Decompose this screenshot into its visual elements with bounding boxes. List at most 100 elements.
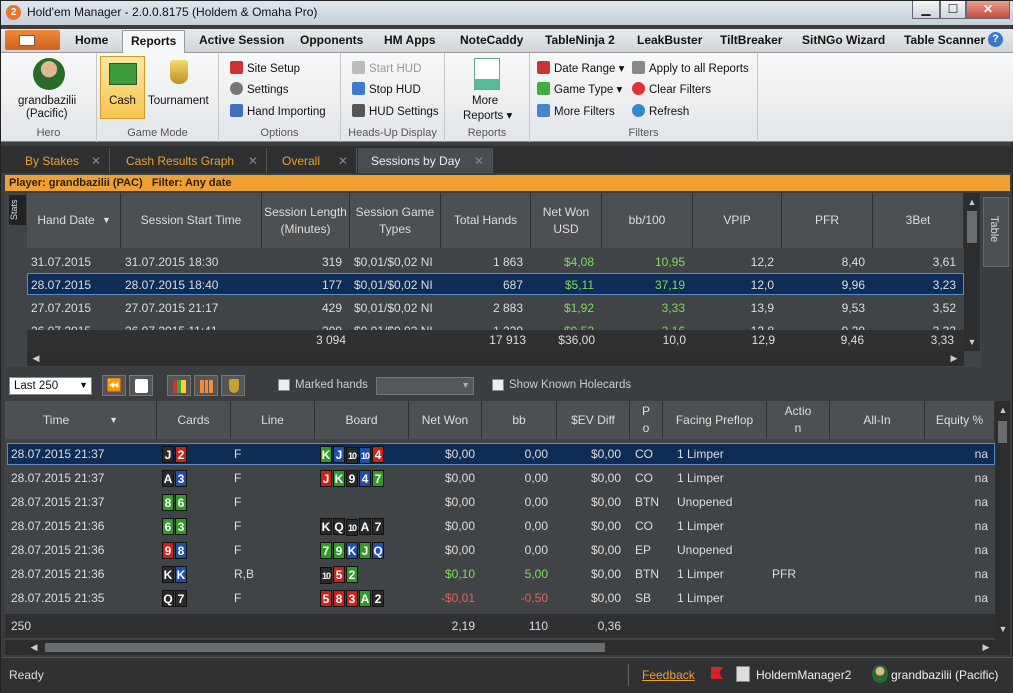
session-row[interactable]: 31.07.2015 31.07.2015 18:30 319 $0,01/$0,02… [5, 251, 964, 273]
scroll-down-icon[interactable]: ▼ [965, 335, 979, 349]
maximize-button[interactable]: ☐ [940, 1, 966, 19]
doctab-sessions-by-day[interactable]: Sessions by Day ✕ [358, 148, 493, 173]
col-all-in[interactable]: All-In [830, 401, 925, 439]
col-facing-preflop[interactable]: Facing Preflop [663, 401, 767, 439]
close-tab-icon[interactable]: ✕ [474, 154, 484, 168]
game-type-button[interactable]: Game Type ▾ [537, 82, 622, 96]
col-hand-date[interactable]: Hand Date ▼ [27, 193, 121, 248]
bar-chart-icon[interactable] [194, 375, 218, 396]
hero-site[interactable]: (Pacific) [26, 108, 68, 120]
cash-button[interactable]: Cash [100, 56, 145, 119]
col-session-start[interactable]: Session Start Time [121, 193, 262, 248]
close-tab-icon[interactable]: ✕ [91, 154, 101, 168]
hands-hscroll[interactable]: ◀ ▶ [5, 640, 1010, 655]
tab-active-session[interactable]: Active Session [199, 33, 284, 47]
scroll-right-icon[interactable]: ▶ [947, 351, 961, 365]
session-row[interactable]: 27.07.2015 27.07.2015 21:17 429 $0,01/$0,02… [5, 297, 964, 319]
scroll-thumb[interactable] [45, 643, 605, 652]
minimize-button[interactable]: ▁ [912, 1, 940, 19]
hand-row[interactable]: 28.07.2015 21:37 F $0,00 0,00 $0,00 BTN Unopen… [5, 493, 995, 515]
scroll-down-icon[interactable]: ▼ [996, 622, 1010, 636]
tab-reports[interactable]: Reports [122, 30, 186, 53]
hud-settings-button[interactable]: HUD Settings [352, 104, 439, 118]
doctab-cash-results-graph[interactable]: Cash Results Graph ✕ [110, 148, 267, 173]
settings-button[interactable]: Settings [230, 82, 289, 96]
hand-row[interactable]: 28.07.2015 21:37 F $0,00 0,00 $0,00 CO 1 Limpe… [5, 445, 995, 467]
app-menu-button[interactable] [5, 30, 60, 50]
site-setup-button[interactable]: Site Setup [230, 61, 300, 75]
col-bb100[interactable]: bb/100 [602, 193, 693, 248]
marked-hands-select[interactable]: ▼ [376, 377, 474, 395]
col-bb[interactable]: bb [482, 401, 557, 439]
sessions-hscroll[interactable]: ◀ ▶ [27, 351, 964, 366]
col-equity[interactable]: Equity % [925, 401, 995, 439]
tab-opponents[interactable]: Opponents [300, 33, 363, 47]
doctab-overall[interactable]: Overall ✕ [267, 148, 357, 173]
tab-home[interactable]: Home [75, 33, 108, 47]
clear-filters-button[interactable]: Clear Filters [632, 82, 711, 96]
col-vpip[interactable]: VPIP [693, 193, 782, 248]
col-position[interactable]: Po [630, 401, 663, 439]
hero-avatar-icon[interactable] [33, 58, 65, 90]
col-action[interactable]: Actio n [767, 401, 830, 439]
col-line[interactable]: Line [231, 401, 315, 439]
col-pfr[interactable]: PFR [782, 193, 873, 248]
more-reports-label-1[interactable]: More [472, 95, 498, 107]
scroll-thumb[interactable] [967, 211, 977, 243]
col-time[interactable]: Time ▼ [5, 401, 157, 439]
session-row[interactable]: 28.07.2015 28.07.2015 18:40 177 $0,01/$0,02… [5, 274, 964, 296]
stats-side-tab[interactable]: Stats [9, 195, 26, 225]
close-button[interactable]: ✕ [966, 1, 1010, 19]
scroll-thumb[interactable] [998, 421, 1007, 443]
col-total-hands[interactable]: Total Hands [441, 193, 531, 248]
col-cards[interactable]: Cards [157, 401, 231, 439]
trophy-filter-icon[interactable] [221, 375, 245, 396]
scroll-up-icon[interactable]: ▲ [996, 403, 1010, 417]
col-3bet[interactable]: 3Bet [873, 193, 964, 248]
col-net-won[interactable]: Net Won [409, 401, 482, 439]
col-ev-diff[interactable]: $EV Diff [557, 401, 630, 439]
hand-row[interactable]: 28.07.2015 21:35 F -$0,01 -0,50 $0,00 SB 1 Lim… [5, 589, 995, 611]
help-icon[interactable]: ? [988, 32, 1003, 47]
sessions-vscroll[interactable]: ▲ ▼ [964, 193, 980, 351]
more-filters-button[interactable]: More Filters [537, 104, 615, 118]
hand-row[interactable]: 28.07.2015 21:36 F $0,00 0,00 $0,00 CO 1 Limpe… [5, 517, 995, 539]
flag-icon[interactable] [711, 667, 723, 679]
col-net-won[interactable]: Net Won USD [531, 193, 602, 248]
scroll-left-icon[interactable]: ◀ [27, 640, 41, 654]
tab-notecaddy[interactable]: NoteCaddy [460, 33, 523, 47]
scroll-right-icon[interactable]: ▶ [979, 640, 993, 654]
rewind-icon[interactable]: ⏪ [102, 375, 126, 396]
tab-hm-apps[interactable]: HM Apps [384, 33, 436, 47]
tab-table-scanner[interactable]: Table Scanner 2 [904, 33, 995, 47]
marked-hands-checkbox[interactable] [278, 379, 290, 391]
start-hud-button[interactable]: Start HUD [352, 61, 421, 75]
tab-sitngo-wizard[interactable]: SitNGo Wizard [802, 33, 885, 47]
table-side-tab[interactable]: Table [983, 197, 1009, 267]
known-holecards-checkbox[interactable] [492, 379, 504, 391]
hand-row[interactable]: 28.07.2015 21:36 F $0,00 0,00 $0,00 EP Unopene… [5, 541, 995, 563]
tab-leakbuster[interactable]: LeakBuster [637, 33, 702, 47]
col-board[interactable]: Board [315, 401, 409, 439]
doctab-by-stakes[interactable]: By Stakes ✕ [5, 148, 110, 173]
hands-vscroll[interactable]: ▲ ▼ [995, 401, 1010, 640]
grid-icon[interactable] [167, 375, 191, 396]
hand-importing-button[interactable]: Hand Importing [230, 104, 326, 118]
close-tab-icon[interactable]: ✕ [248, 154, 258, 168]
close-tab-icon[interactable]: ✕ [338, 154, 348, 168]
hand-row[interactable]: 28.07.2015 21:37 F $0,00 0,00 $0,00 CO 1 Limpe… [5, 469, 995, 491]
stop-hud-button[interactable]: Stop HUD [352, 82, 421, 96]
scroll-up-icon[interactable]: ▲ [965, 195, 979, 209]
more-reports-button[interactable]: Reports ▾ [463, 108, 512, 122]
tab-tiltbreaker[interactable]: TiltBreaker [720, 33, 782, 47]
tournament-button[interactable]: Tournament [148, 95, 209, 107]
date-range-button[interactable]: Date Range ▾ [537, 61, 624, 75]
col-game-types[interactable]: Session Game Types [350, 193, 441, 248]
last-hands-select[interactable]: Last 250 ▼ [9, 377, 92, 395]
col-session-length[interactable]: Session Length (Minutes) [262, 193, 350, 248]
replayer-icon[interactable] [129, 375, 153, 396]
apply-all-reports-button[interactable]: Apply to all Reports [632, 61, 749, 75]
hand-row[interactable]: 28.07.2015 21:36 R,B $0,10 5,00 $0,00 BTN 1 Li… [5, 565, 995, 587]
hero-name[interactable]: grandbazilii [18, 95, 76, 107]
scroll-left-icon[interactable]: ◀ [29, 351, 43, 365]
